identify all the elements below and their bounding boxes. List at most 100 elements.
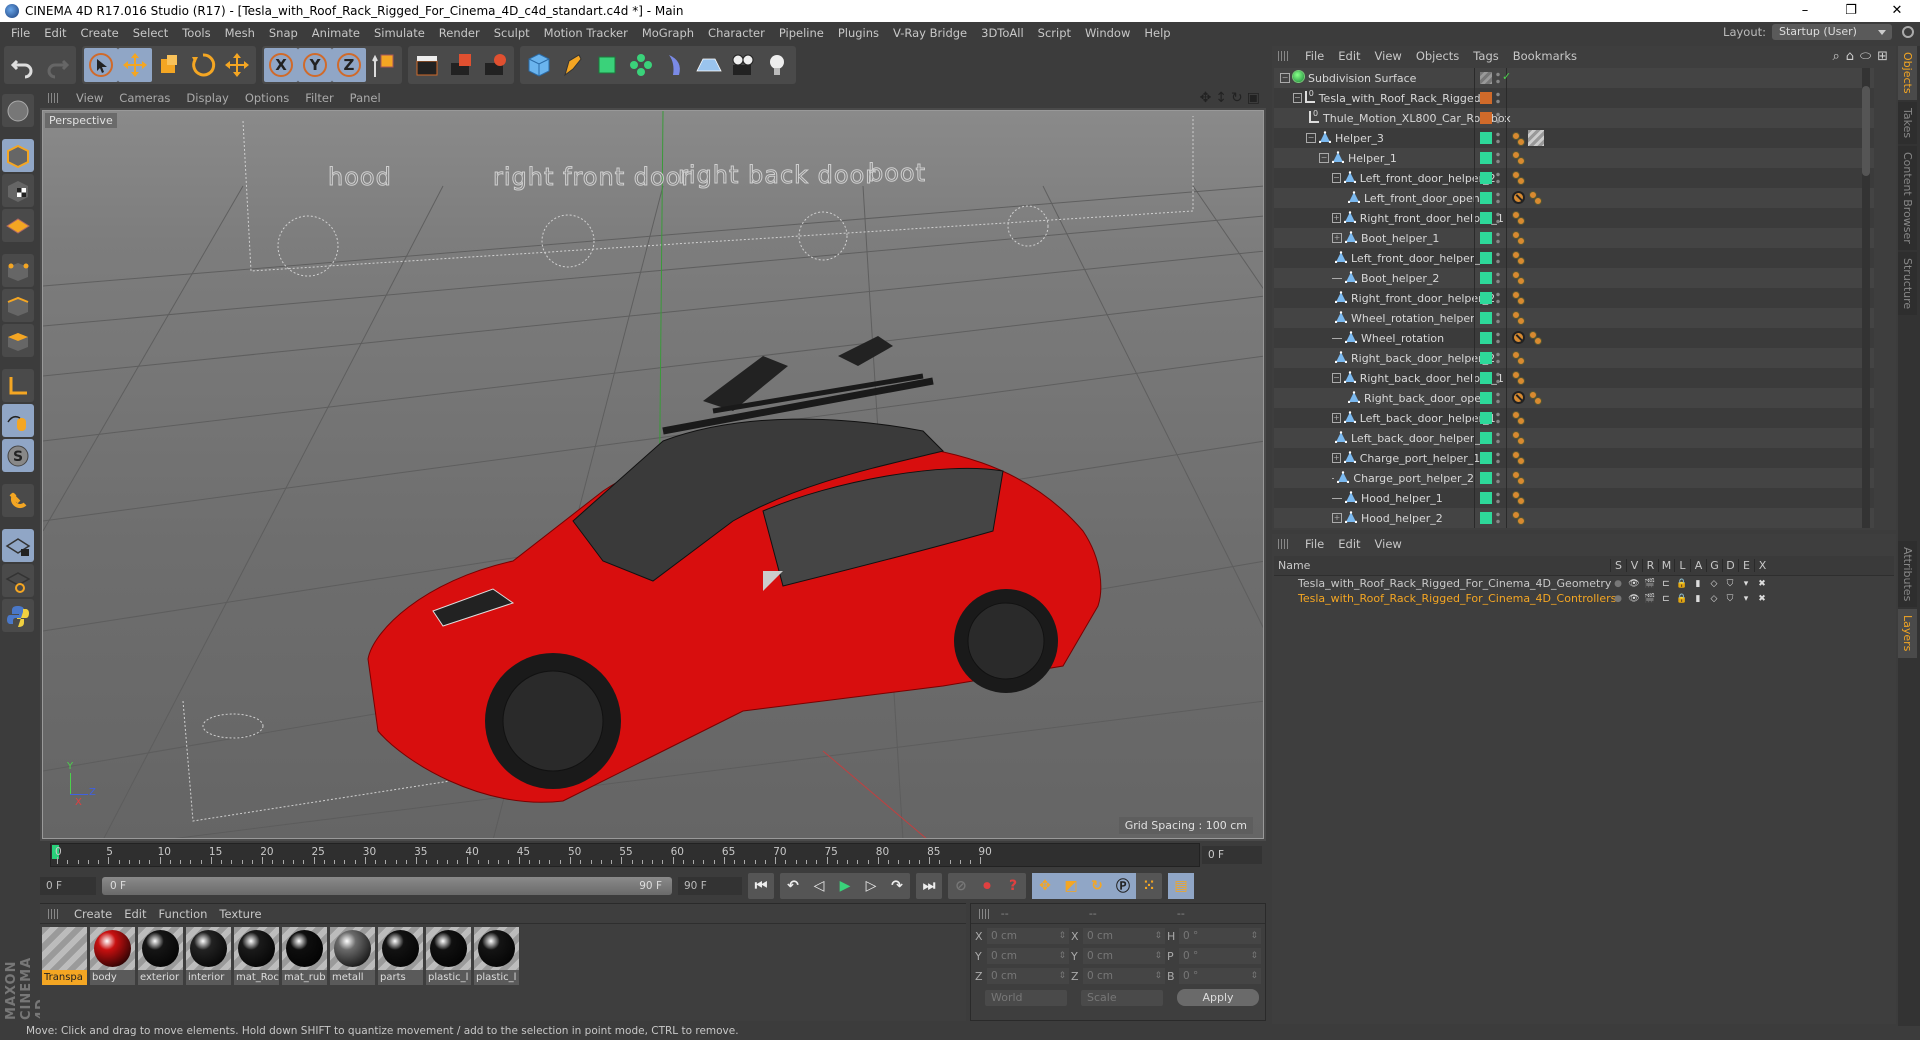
- camera-label[interactable]: Perspective: [45, 113, 117, 128]
- visibility-dots[interactable]: [1496, 111, 1500, 125]
- light-button[interactable]: [760, 48, 794, 82]
- menu-snap[interactable]: Snap: [262, 22, 305, 44]
- menu-create[interactable]: Create: [74, 22, 126, 44]
- object-row[interactable]: + Boot_helper_1: [1274, 228, 1874, 248]
- render-to-picture-viewer-button[interactable]: [444, 48, 478, 82]
- menu-edit[interactable]: Edit: [37, 22, 73, 44]
- visibility-dots[interactable]: [1496, 491, 1500, 505]
- constraint-tag-icon[interactable]: [1512, 410, 1525, 425]
- constraint-tag-icon[interactable]: [1512, 350, 1525, 365]
- layer-menu-file[interactable]: File: [1298, 537, 1331, 551]
- end-frame-field[interactable]: 90 F: [678, 877, 742, 895]
- constraint-tag-icon[interactable]: [1512, 490, 1525, 505]
- generators-toggle-icon[interactable]: ◇: [1706, 579, 1722, 589]
- solo-toggle-icon[interactable]: ●: [1610, 579, 1626, 589]
- visibility-dots[interactable]: [1496, 131, 1500, 145]
- material-swatch[interactable]: parts: [378, 927, 423, 985]
- object-row[interactable]: −0 Tesla_with_Roof_Rack_Rigged: [1274, 88, 1874, 108]
- object-menu-tags[interactable]: Tags: [1466, 49, 1505, 63]
- layer-column-x[interactable]: X: [1754, 559, 1770, 572]
- layer-color-swatch[interactable]: [1480, 92, 1492, 104]
- toggle-layout-icon[interactable]: ▣: [1247, 90, 1260, 106]
- object-row[interactable]: Right_back_door_helper_2: [1274, 348, 1874, 368]
- constraint-tag-icon[interactable]: [1529, 330, 1542, 345]
- soft-selection-button[interactable]: S: [2, 439, 34, 472]
- visibility-dots[interactable]: [1496, 271, 1500, 285]
- layer-color-swatch[interactable]: [1480, 492, 1492, 504]
- visibility-dots[interactable]: [1496, 411, 1500, 425]
- panel-grip[interactable]: [48, 908, 60, 919]
- make-editable-button[interactable]: [2, 94, 34, 127]
- menu-help[interactable]: Help: [1137, 22, 1177, 44]
- current-frame-field[interactable]: 0 F: [1202, 846, 1262, 864]
- menu-motion-tracker[interactable]: Motion Tracker: [537, 22, 635, 44]
- xref-toggle-icon[interactable]: ✖: [1754, 594, 1770, 604]
- material-swatch[interactable]: mat_rub: [282, 927, 327, 985]
- object-menu-objects[interactable]: Objects: [1409, 49, 1466, 63]
- snapping-button[interactable]: [2, 484, 34, 517]
- key-position-icon[interactable]: ✥: [1032, 873, 1058, 899]
- size-field[interactable]: 0 cm: [1083, 948, 1165, 964]
- protection-tag-icon[interactable]: [1512, 390, 1525, 404]
- object-menu-view[interactable]: View: [1368, 49, 1409, 63]
- panel-grip[interactable]: [979, 908, 991, 919]
- animation-toggle-icon[interactable]: ▮: [1690, 594, 1706, 604]
- tweak-mode-button[interactable]: [2, 404, 34, 437]
- constraint-tag-icon[interactable]: [1512, 310, 1525, 325]
- visibility-dots[interactable]: [1496, 151, 1500, 165]
- deformers-toggle-icon[interactable]: ⛉: [1722, 579, 1738, 589]
- panel-grip[interactable]: [1278, 51, 1290, 61]
- object-row[interactable]: − Subdivision Surface ✓: [1274, 68, 1874, 88]
- material-swatch[interactable]: interior: [186, 927, 231, 985]
- rotate-view-icon[interactable]: ↻: [1231, 90, 1243, 106]
- generators-toggle-icon[interactable]: ◇: [1706, 594, 1722, 604]
- layer-column-e[interactable]: E: [1738, 559, 1754, 572]
- material-swatch[interactable]: exterior: [138, 927, 183, 985]
- previous-key-button[interactable]: ↶: [780, 873, 806, 899]
- redo-button[interactable]: [40, 48, 74, 82]
- visibility-dots[interactable]: [1496, 211, 1500, 225]
- key-point-level-icon[interactable]: ⁙: [1136, 873, 1162, 899]
- menu-script[interactable]: Script: [1031, 22, 1078, 44]
- key-parameter-icon[interactable]: Ⓟ: [1110, 873, 1136, 899]
- object-row[interactable]: + Charge_port_helper_1: [1274, 448, 1874, 468]
- menu-animate[interactable]: Animate: [305, 22, 367, 44]
- material-swatch[interactable]: body: [90, 927, 135, 985]
- layer-column-g[interactable]: G: [1706, 559, 1722, 572]
- undo-button[interactable]: [6, 48, 40, 82]
- points-mode-button[interactable]: [2, 254, 34, 287]
- menu-simulate[interactable]: Simulate: [367, 22, 432, 44]
- locked-toggle-icon[interactable]: 🔒: [1674, 594, 1690, 604]
- layer-color-swatch[interactable]: [1480, 332, 1492, 344]
- collapse-icon[interactable]: −: [1332, 373, 1341, 383]
- layer-color-swatch[interactable]: [1480, 312, 1492, 324]
- search-icon[interactable]: ⌕: [1832, 49, 1839, 64]
- planar-workplane-button[interactable]: [2, 564, 34, 597]
- object-row[interactable]: Left_front_door_helper_1: [1274, 248, 1874, 268]
- minimize-button[interactable]: –: [1782, 0, 1828, 22]
- record-keys-icon[interactable]: ⊘: [948, 873, 974, 899]
- texture-tag-icon[interactable]: [1528, 130, 1544, 146]
- enabled-check-icon[interactable]: ✓: [1502, 70, 1511, 83]
- menu-select[interactable]: Select: [126, 22, 175, 44]
- side-tab-objects[interactable]: Objects: [1898, 46, 1917, 100]
- position-field[interactable]: 0 cm: [987, 968, 1069, 984]
- timeline-window-icon[interactable]: ▤: [1168, 873, 1194, 899]
- home-icon[interactable]: ⌂: [1846, 49, 1854, 64]
- side-tab-layers[interactable]: Layers: [1898, 609, 1917, 658]
- polygons-mode-button[interactable]: [2, 324, 34, 357]
- layer-row[interactable]: Tesla_with_Roof_Rack_Rigged_For_Cinema_4…: [1274, 591, 1894, 606]
- constraint-tag-icon[interactable]: [1512, 150, 1525, 165]
- deformers-toggle-icon[interactable]: ⛉: [1722, 594, 1738, 604]
- layer-color-swatch[interactable]: [1480, 372, 1492, 384]
- menu-window[interactable]: Window: [1078, 22, 1137, 44]
- object-menu-bookmarks[interactable]: Bookmarks: [1506, 49, 1584, 63]
- layer-color-swatch[interactable]: [1480, 172, 1492, 184]
- restore-button[interactable]: ❐: [1828, 0, 1874, 22]
- visibility-dots[interactable]: [1496, 431, 1500, 445]
- coordinate-system-button[interactable]: [366, 48, 400, 82]
- layer-column-d[interactable]: D: [1722, 559, 1738, 572]
- size-field[interactable]: 0 cm: [1083, 968, 1165, 984]
- size-field[interactable]: 0 cm: [1083, 928, 1165, 944]
- material-swatch[interactable]: Transpa: [42, 927, 87, 985]
